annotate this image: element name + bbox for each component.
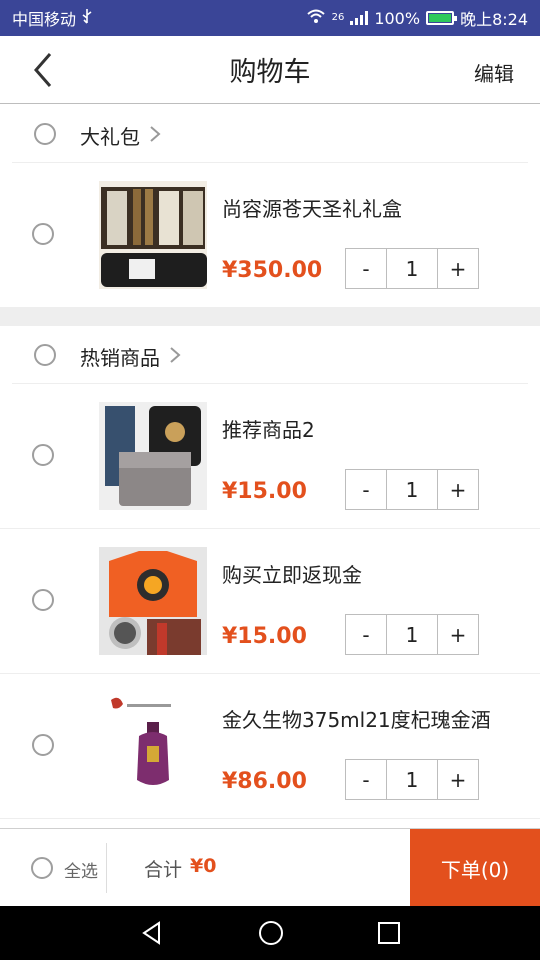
- shop-header[interactable]: 大礼包: [12, 105, 528, 163]
- product-price: ¥350.00: [222, 258, 323, 283]
- carrier-label: 中国移动: [12, 10, 77, 29]
- increase-button[interactable]: +: [438, 760, 478, 799]
- product-name[interactable]: 金久生物375ml21度杞瑰金酒: [222, 704, 491, 733]
- quantity-value[interactable]: 1: [386, 470, 438, 509]
- quantity-value[interactable]: 1: [386, 760, 438, 799]
- decrease-button[interactable]: -: [346, 470, 386, 509]
- decrease-button[interactable]: -: [346, 249, 386, 288]
- shop-header[interactable]: 热销商品: [12, 326, 528, 384]
- quantity-stepper: - 1 +: [345, 248, 479, 289]
- product-price: ¥15.00: [222, 624, 307, 649]
- cart-item: 金久生物375ml21度杞瑰金酒 ¥86.00 - 1 +: [0, 674, 540, 819]
- quantity-stepper: - 1 +: [345, 614, 479, 655]
- total-value: ¥0: [190, 855, 217, 877]
- shop-name: 热销商品: [80, 346, 160, 370]
- battery-icon: [426, 11, 458, 25]
- checkout-bar: 全选 合计 ¥0 下单(0): [0, 828, 540, 907]
- item-select-radio[interactable]: [32, 444, 54, 466]
- back-triangle-icon[interactable]: [139, 920, 165, 946]
- home-circle-icon[interactable]: [257, 919, 285, 947]
- increase-button[interactable]: +: [438, 615, 478, 654]
- product-price: ¥86.00: [222, 769, 307, 794]
- item-select-radio[interactable]: [32, 734, 54, 756]
- total-label: 合计: [144, 859, 183, 881]
- chevron-right-icon: [150, 126, 161, 142]
- system-nav-bar: [0, 906, 540, 960]
- cart-item: 尚容源苍天圣礼礼盒 ¥350.00 - 1 +: [0, 163, 540, 308]
- quantity-value[interactable]: 1: [386, 615, 438, 654]
- usb-icon: [80, 8, 94, 28]
- status-bar: 中国移动 26 100% 晚上8:24: [0, 0, 540, 36]
- select-all-radio[interactable]: [31, 857, 53, 879]
- section-separator: [0, 308, 540, 326]
- wifi-icon: [306, 8, 326, 28]
- network-type: 26: [331, 12, 345, 23]
- page-title: 购物车: [229, 57, 311, 88]
- increase-button[interactable]: +: [438, 249, 478, 288]
- quantity-stepper: - 1 +: [345, 469, 479, 510]
- shop-select-radio[interactable]: [34, 344, 56, 366]
- clock: 晚上8:24: [460, 10, 528, 29]
- product-name[interactable]: 尚容源苍天圣礼礼盒: [222, 193, 402, 222]
- back-button[interactable]: [26, 50, 66, 90]
- select-all-label[interactable]: 全选: [64, 857, 98, 882]
- chevron-left-icon: [34, 53, 52, 87]
- recents-square-icon[interactable]: [377, 921, 401, 945]
- quantity-stepper: - 1 +: [345, 759, 479, 800]
- quantity-value[interactable]: 1: [386, 249, 438, 288]
- product-image[interactable]: [99, 547, 207, 655]
- item-select-radio[interactable]: [32, 223, 54, 245]
- decrease-button[interactable]: -: [346, 615, 386, 654]
- product-image[interactable]: [99, 181, 207, 289]
- product-image[interactable]: [99, 692, 207, 800]
- edit-button[interactable]: 编辑: [474, 58, 514, 87]
- chevron-right-icon: [170, 347, 181, 363]
- product-name[interactable]: 购买立即返现金: [222, 559, 362, 588]
- cart-list: 大礼包 尚容源苍天圣礼礼盒 ¥350.00 - 1 + 热销商品 推荐商品2 ¥…: [0, 105, 540, 819]
- product-image[interactable]: [99, 402, 207, 510]
- cart-item: 购买立即返现金 ¥15.00 - 1 +: [0, 529, 540, 674]
- shop-name: 大礼包: [80, 125, 140, 149]
- item-select-radio[interactable]: [32, 589, 54, 611]
- divider: [106, 843, 107, 893]
- shop-select-radio[interactable]: [34, 123, 56, 145]
- signal-icon: [350, 11, 369, 25]
- increase-button[interactable]: +: [438, 470, 478, 509]
- decrease-button[interactable]: -: [346, 760, 386, 799]
- place-order-button[interactable]: 下单(0): [410, 829, 540, 907]
- battery-percent: 100%: [374, 8, 421, 28]
- product-name[interactable]: 推荐商品2: [222, 414, 315, 443]
- product-price: ¥15.00: [222, 479, 307, 504]
- top-nav-bar: 购物车 编辑: [0, 36, 540, 104]
- cart-item: 推荐商品2 ¥15.00 - 1 +: [0, 384, 540, 529]
